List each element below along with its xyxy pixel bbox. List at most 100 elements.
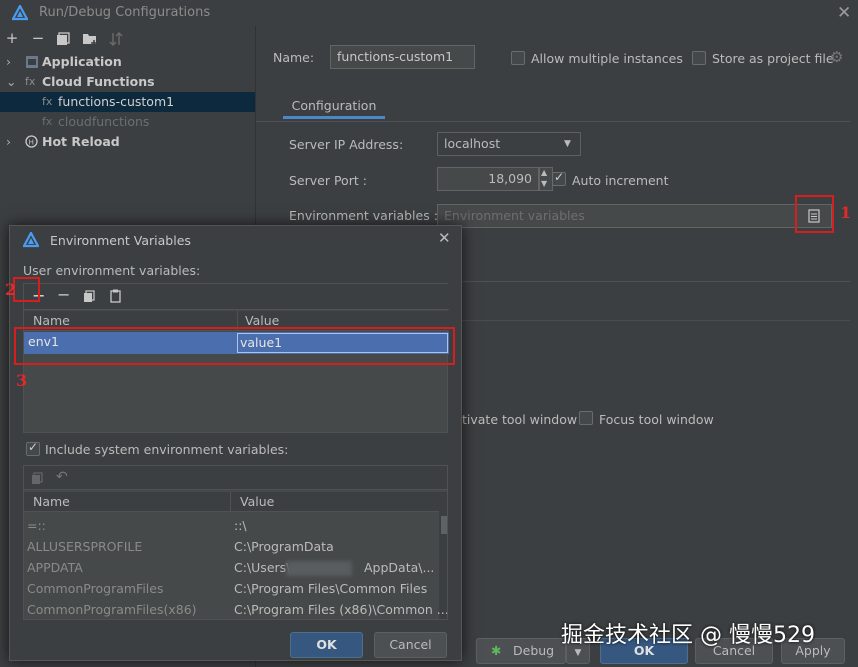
fx-icon: fx — [42, 95, 53, 108]
gear-icon[interactable]: ⚙ — [830, 48, 843, 66]
server-port-label: Server Port : — [289, 173, 367, 188]
system-env-table: ↶ Name Value =:: ::\ ALLUSERSPROFILE C:\… — [23, 465, 448, 620]
undo-icon: ↶ — [56, 469, 68, 485]
focus-tool-window-checkbox[interactable] — [579, 411, 593, 425]
col-name[interactable]: Name — [33, 492, 70, 512]
tree-label: functions-custom1 — [58, 94, 175, 109]
include-system-checkbox[interactable]: ✓ — [26, 440, 40, 456]
focus-tool-window-label: Focus tool window — [599, 412, 714, 427]
close-icon[interactable]: ✕ — [438, 229, 451, 247]
sys-value-cell: C:\Program Files (x86)\Common ... — [234, 602, 448, 617]
remove-icon[interactable]: − — [30, 29, 46, 47]
check-icon: ✓ — [554, 170, 565, 184]
chevron-down-icon[interactable]: ⌄ — [6, 72, 16, 92]
tab-configuration[interactable]: Configuration — [283, 91, 385, 119]
debug-button[interactable]: ✱ Debug — [476, 638, 566, 664]
app-logo-icon — [23, 232, 39, 248]
name-label: Name: — [273, 50, 315, 65]
chevron-down-icon: ▼ — [574, 648, 582, 658]
tree-label: cloudfunctions — [58, 114, 150, 129]
tree-item-functions-custom1[interactable]: fx functions-custom1 — [0, 92, 255, 112]
env-vars-dialog: Environment Variables ✕ User environment… — [5, 225, 462, 661]
col-value[interactable]: Value — [240, 492, 274, 512]
port-stepper[interactable]: ▲ ▼ — [539, 167, 553, 191]
annotation-1: 1 — [840, 203, 852, 222]
server-port-input[interactable]: 18,090 — [437, 167, 539, 191]
sys-name-cell: CommonProgramFiles — [27, 581, 164, 596]
dialog-title: Environment Variables — [50, 233, 191, 248]
sys-value-tail: AppData\... — [364, 560, 435, 575]
folder-add-icon[interactable] — [82, 32, 98, 46]
sys-name-cell: ALLUSERSPROFILE — [27, 539, 143, 554]
server-ip-value: localhost — [444, 136, 501, 151]
chevron-down-icon: ▼ — [564, 139, 571, 149]
annotation-3: 3 — [16, 371, 28, 390]
scrollbar-thumb[interactable] — [441, 516, 447, 534]
activate-tool-window-label: tivate tool window — [462, 412, 578, 427]
redacted-blur — [286, 561, 352, 576]
auto-increment-checkbox[interactable]: ✓ — [552, 170, 566, 186]
stepper-up-icon[interactable]: ▲ — [541, 168, 547, 177]
tree-label: Cloud Functions — [42, 74, 155, 89]
fx-icon: fx — [42, 115, 53, 128]
table-row[interactable]: =:: ::\ — [24, 516, 439, 537]
dialog-ok-button[interactable]: OK — [290, 632, 363, 658]
table-row[interactable]: CommonProgramFiles C:\Program Files\Comm… — [24, 579, 439, 600]
store-project-checkbox[interactable] — [692, 51, 706, 65]
server-ip-label: Server IP Address: — [289, 137, 404, 152]
sys-name-cell: =:: — [27, 518, 46, 533]
add-icon[interactable]: + — [4, 29, 20, 47]
tree-item-cloud-functions[interactable]: ⌄ fx Cloud Functions — [0, 72, 255, 92]
tree-item-cloudfunctions[interactable]: fx cloudfunctions — [0, 112, 255, 132]
divider — [462, 320, 850, 321]
remove-icon[interactable]: − — [57, 287, 70, 303]
scrollbar-track[interactable] — [439, 492, 447, 619]
sys-value-cell: C:\Users\ — [234, 560, 291, 575]
user-env-label: User environment variables: — [23, 263, 201, 278]
allow-multiple-checkbox[interactable] — [511, 51, 525, 65]
stepper-down-icon[interactable]: ▼ — [541, 179, 547, 188]
include-system-label: Include system environment variables: — [45, 442, 289, 457]
app-logo-icon — [12, 5, 28, 21]
watermark: 掘金技术社区 @ 慢慢529 — [561, 623, 815, 648]
copy-icon[interactable] — [83, 290, 95, 303]
chevron-right-icon[interactable]: › — [6, 132, 11, 152]
server-ip-dropdown[interactable]: localhost ▼ — [437, 132, 581, 156]
highlight-box-1 — [795, 195, 834, 233]
application-icon — [26, 56, 38, 68]
svg-text:H: H — [29, 139, 34, 147]
allow-multiple-label: Allow multiple instances — [531, 51, 683, 66]
highlight-box-2 — [13, 277, 40, 302]
annotation-2: 2 — [5, 280, 17, 299]
divider — [462, 281, 850, 282]
copy-icon[interactable] — [56, 32, 70, 46]
check-icon: ✓ — [28, 440, 39, 454]
auto-increment-label: Auto increment — [572, 173, 669, 188]
debug-label: Debug — [513, 643, 555, 658]
table-toolbar — [24, 466, 447, 490]
tree-label: Hot Reload — [42, 134, 120, 149]
table-row[interactable]: CommonProgramFiles(x86) C:\Program Files… — [24, 600, 447, 619]
table-row[interactable]: APPDATA C:\Users\ AppData\... — [24, 558, 439, 579]
tree-item-hot-reload[interactable]: › H Hot Reload — [0, 132, 255, 152]
chevron-right-icon[interactable]: › — [6, 52, 11, 72]
tree-label: Application — [42, 54, 122, 69]
tree-item-application[interactable]: › Application — [0, 52, 255, 72]
env-vars-input[interactable]: Environment variables — [437, 204, 832, 228]
window-title: Run/Debug Configurations — [39, 5, 211, 20]
table-row[interactable]: ALLUSERSPROFILE C:\ProgramData — [24, 537, 439, 558]
sys-name-cell: APPDATA — [27, 560, 83, 575]
copy-icon — [32, 472, 43, 484]
system-env-header: Name Value — [24, 492, 439, 512]
sys-value-cell: C:\Program Files\Common Files — [234, 581, 428, 596]
sys-value-cell: C:\ProgramData — [234, 539, 334, 554]
close-window-icon[interactable]: ✕ — [837, 3, 851, 23]
highlight-box-3 — [14, 327, 455, 365]
paste-icon[interactable] — [110, 289, 121, 303]
sys-value-cell: ::\ — [234, 518, 247, 533]
sort-icon[interactable] — [109, 31, 123, 47]
name-input[interactable]: functions-custom1 — [330, 45, 475, 69]
dialog-cancel-button[interactable]: Cancel — [374, 632, 447, 658]
env-vars-label: Environment variables : — [289, 208, 438, 223]
col-divider[interactable] — [230, 492, 231, 512]
